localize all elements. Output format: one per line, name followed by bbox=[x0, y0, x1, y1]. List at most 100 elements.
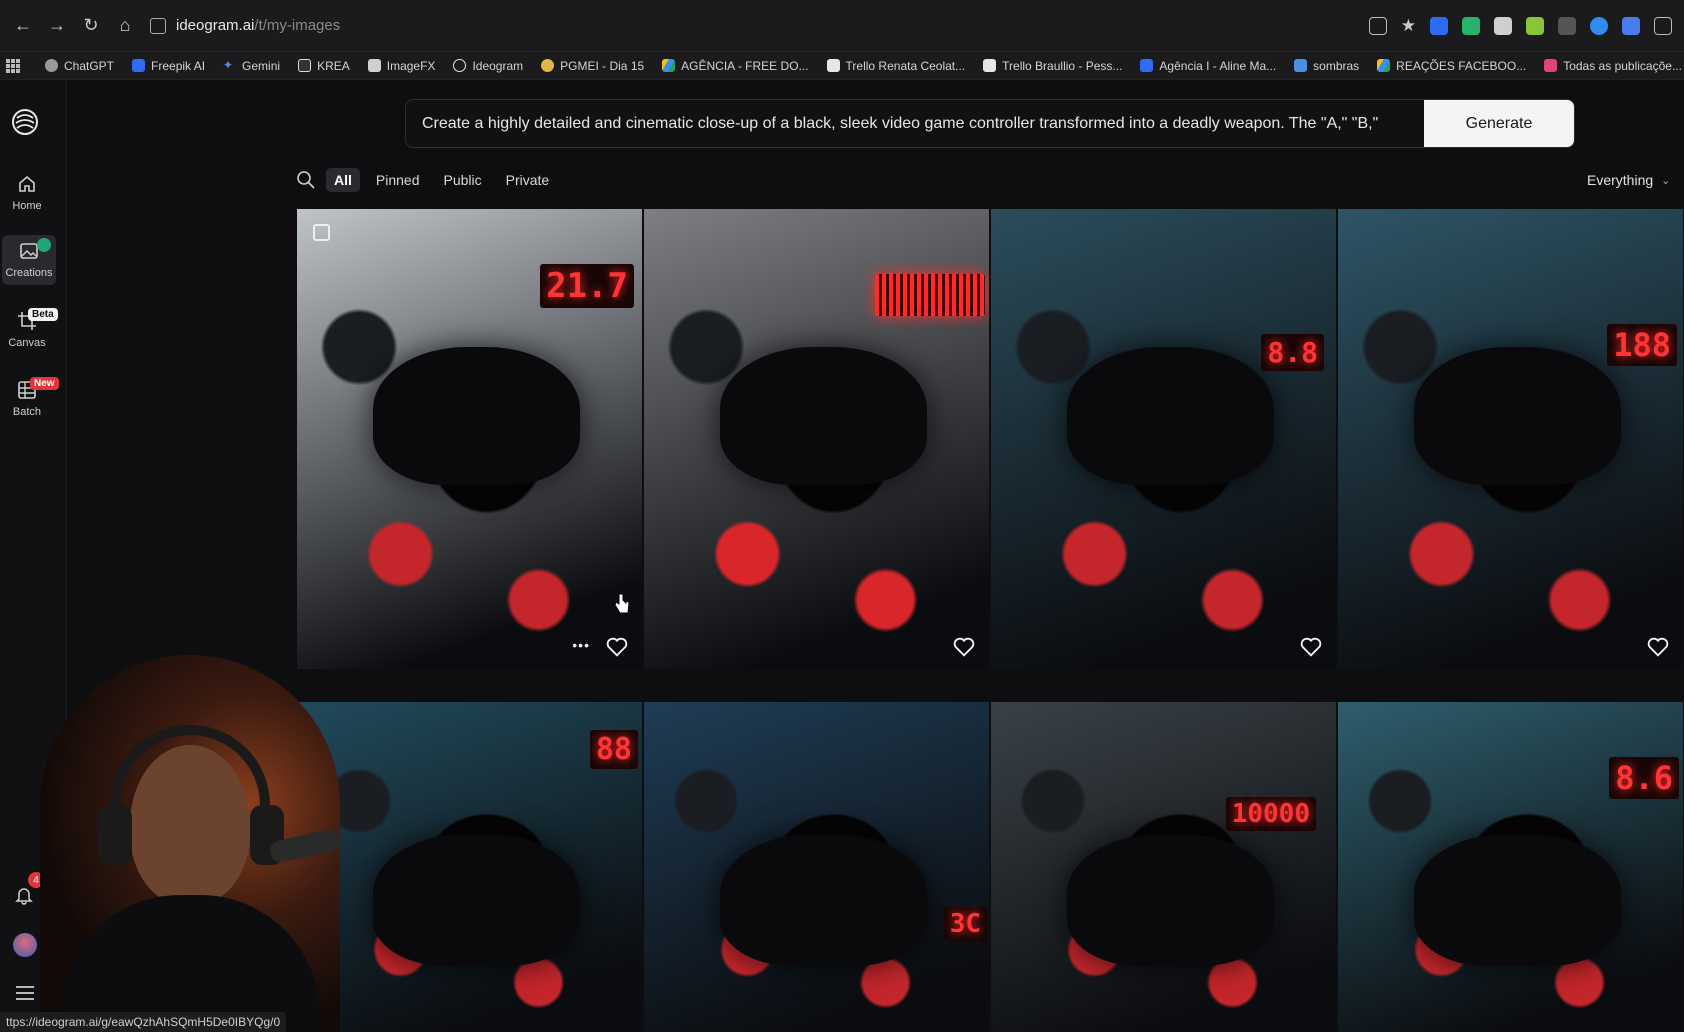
filter-tab-private[interactable]: Private bbox=[498, 168, 558, 192]
image-tile[interactable]: 8.8 bbox=[991, 209, 1336, 669]
score-readout: 88 bbox=[589, 730, 638, 769]
apps-grid-icon[interactable] bbox=[6, 58, 20, 73]
back-icon[interactable]: ← bbox=[6, 9, 40, 43]
controller-shape bbox=[1413, 834, 1621, 966]
bookmark-pgmei[interactable]: PGMEI - Dia 15 bbox=[532, 59, 653, 73]
extension-green-icon[interactable] bbox=[1462, 16, 1480, 35]
select-checkbox[interactable] bbox=[313, 224, 330, 241]
address-bar[interactable]: ideogram.ai/t/my-images bbox=[150, 9, 340, 43]
instagram-icon bbox=[1544, 59, 1558, 72]
home-browser-icon[interactable]: ⌂ bbox=[108, 9, 142, 43]
search-icon[interactable] bbox=[296, 170, 316, 190]
score-readout: 188 bbox=[1607, 324, 1677, 366]
image-extension-icon[interactable] bbox=[1654, 16, 1672, 35]
filter-tabs: All Pinned Public Private bbox=[296, 168, 557, 192]
favorite-heart-icon[interactable] bbox=[953, 637, 975, 657]
score-readout: 10000 bbox=[1225, 797, 1316, 831]
bookmark-reacoes[interactable]: REAÇÕES FACEBOO... bbox=[1368, 59, 1535, 73]
google-drive-icon bbox=[662, 59, 676, 72]
headset-cup-left bbox=[98, 805, 132, 865]
trello-icon bbox=[983, 59, 997, 72]
sombras-icon bbox=[1294, 59, 1308, 72]
controller-shape bbox=[1413, 347, 1621, 485]
reload-icon[interactable]: ↻ bbox=[74, 9, 108, 43]
gear-extension-icon[interactable] bbox=[1622, 16, 1640, 35]
led-panel bbox=[875, 274, 985, 316]
bell-icon[interactable] bbox=[14, 885, 34, 905]
download-extension-icon[interactable] bbox=[1526, 16, 1544, 35]
image-tile[interactable]: 8.6 bbox=[1338, 702, 1683, 1032]
bookmark-trello-renata[interactable]: Trello Renata Ceolat... bbox=[818, 59, 975, 73]
menu-icon[interactable] bbox=[14, 984, 36, 1002]
pgmei-icon bbox=[541, 59, 555, 72]
bookmark-agencia-aline[interactable]: Agência I - Aline Ma... bbox=[1131, 59, 1285, 73]
sort-dropdown[interactable]: Everything ⌄ bbox=[1587, 172, 1670, 188]
score-readout: 3C bbox=[943, 907, 987, 941]
url-path: /t/my-images bbox=[254, 17, 341, 34]
favorite-heart-icon[interactable] bbox=[1647, 637, 1669, 657]
chatgpt-icon bbox=[45, 59, 58, 72]
site-settings-icon[interactable] bbox=[150, 17, 166, 34]
bookmark-agencia-free[interactable]: AGÊNCIA - FREE DO... bbox=[653, 59, 817, 73]
image-tile[interactable] bbox=[644, 209, 989, 669]
generate-button[interactable]: Generate bbox=[1424, 100, 1574, 147]
user-avatar[interactable] bbox=[13, 933, 37, 957]
controller-shape bbox=[372, 347, 580, 485]
bookmark-krea[interactable]: KREA bbox=[289, 59, 359, 73]
trello-blue-icon bbox=[1140, 59, 1154, 72]
filter-tab-public[interactable]: Public bbox=[435, 168, 489, 192]
extension-blue-icon[interactable] bbox=[1590, 16, 1608, 35]
link-status-bar: ttps://ideogram.ai/g/eawQzhAhSQmH5De0IBY… bbox=[0, 1012, 287, 1032]
extensions-area: ★ bbox=[1368, 16, 1678, 36]
bookmark-ideogram[interactable]: Ideogram bbox=[444, 59, 532, 73]
image-tile[interactable]: 88 bbox=[297, 702, 642, 1032]
bookmark-sombras[interactable]: sombras bbox=[1285, 59, 1368, 73]
bookmark-trello-braullio[interactable]: Trello Braullio - Pess... bbox=[974, 59, 1131, 73]
sort-dropdown-label: Everything bbox=[1587, 172, 1654, 188]
creations-status-dot bbox=[37, 238, 51, 252]
hand-cursor-icon bbox=[613, 593, 631, 615]
url-host: ideogram.ai bbox=[176, 17, 255, 34]
filter-tab-pinned[interactable]: Pinned bbox=[368, 168, 428, 192]
downloads-icon[interactable] bbox=[1558, 16, 1576, 35]
more-options-icon[interactable]: ••• bbox=[572, 637, 590, 653]
translate-icon[interactable] bbox=[1368, 16, 1387, 35]
gemini-icon: ✦ bbox=[223, 58, 234, 72]
bookmark-gemini[interactable]: ✦ Gemini bbox=[214, 59, 289, 73]
bookmark-chatgpt[interactable]: ChatGPT bbox=[36, 59, 123, 73]
prompt-bar: Create a highly detailed and cinematic c… bbox=[405, 99, 1575, 148]
chevron-down-icon: ⌄ bbox=[1661, 174, 1671, 187]
batch-new-badge: New bbox=[30, 377, 59, 390]
controller-shape bbox=[1066, 834, 1274, 966]
image-tile[interactable]: 3C bbox=[644, 702, 989, 1032]
home-icon bbox=[19, 175, 35, 192]
image-tile[interactable]: 21.7 ••• bbox=[297, 209, 642, 669]
extension-d-icon[interactable] bbox=[1430, 16, 1448, 35]
imagefx-icon bbox=[367, 59, 381, 72]
canvas-beta-badge: Beta bbox=[28, 308, 58, 321]
favorite-heart-icon[interactable] bbox=[1300, 637, 1322, 657]
page-root: ← → ↻ ⌂ ideogram.ai/t/my-images ★ ChatGP… bbox=[0, 0, 1684, 1032]
camera-extension-icon[interactable] bbox=[1494, 16, 1512, 35]
sidebar-item-home[interactable]: Home bbox=[0, 174, 54, 212]
controller-shape bbox=[719, 834, 927, 966]
image-tile[interactable]: 188 bbox=[1338, 209, 1683, 669]
controller-shape bbox=[372, 834, 580, 966]
browser-toolbar: ← → ↻ ⌂ ideogram.ai/t/my-images ★ bbox=[0, 0, 1684, 52]
score-readout: 8.6 bbox=[1609, 757, 1679, 799]
bookmark-todas-publicacoes[interactable]: Todas as publicaçõe... bbox=[1535, 59, 1684, 73]
sidebar-home-label: Home bbox=[12, 200, 42, 212]
filter-tab-all[interactable]: All bbox=[326, 168, 360, 192]
bookmark-imagefx[interactable]: ImageFX bbox=[359, 59, 445, 73]
image-tile[interactable]: 10000 bbox=[991, 702, 1336, 1032]
krea-icon bbox=[298, 59, 312, 72]
bookmark-freepik[interactable]: Freepik AI bbox=[123, 59, 214, 73]
favorite-heart-icon[interactable] bbox=[606, 637, 628, 657]
presenter-face bbox=[130, 745, 250, 905]
forward-icon[interactable]: → bbox=[40, 9, 74, 43]
freepik-icon bbox=[132, 59, 146, 72]
bookmark-star-icon[interactable]: ★ bbox=[1401, 16, 1416, 36]
prompt-input[interactable]: Create a highly detailed and cinematic c… bbox=[406, 115, 1424, 133]
ideogram-logo-icon[interactable] bbox=[9, 106, 41, 138]
sidebar-batch-label: Batch bbox=[12, 406, 42, 418]
